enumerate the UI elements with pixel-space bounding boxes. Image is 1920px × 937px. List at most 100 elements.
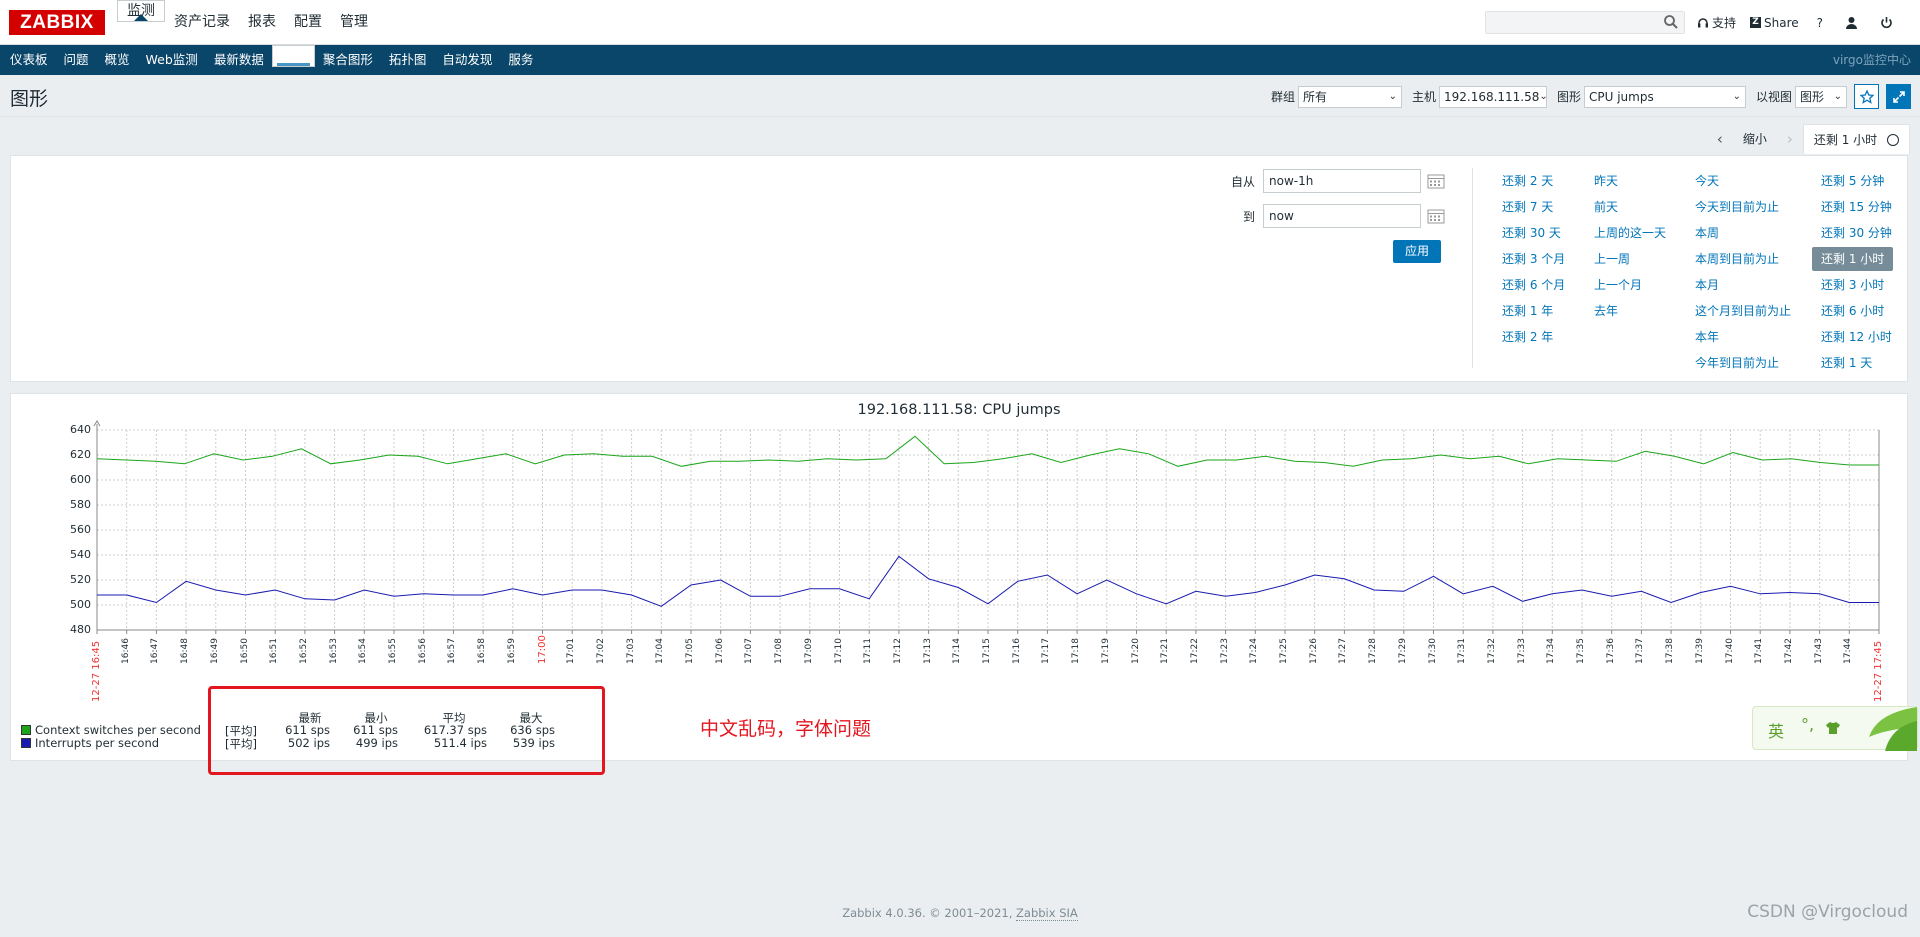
quick-range-item[interactable]: 还剩 1 天 (1821, 350, 1893, 376)
clock-icon (1887, 134, 1899, 146)
menu-administration[interactable]: 管理 (331, 0, 377, 45)
user-profile-button[interactable] (1845, 16, 1858, 29)
x-tick-label: 16:54 (358, 638, 369, 664)
quick-range-item[interactable]: 还剩 6 小时 (1821, 298, 1893, 324)
menu-inventory[interactable]: 资产记录 (165, 0, 239, 45)
quick-range-item[interactable]: 还剩 12 小时 (1821, 324, 1893, 350)
view-label: 以视图 (1755, 90, 1792, 104)
zabbix-logo[interactable]: ZABBIX (9, 10, 105, 35)
to-input[interactable]: now (1263, 204, 1421, 228)
quick-range-item[interactable]: 还剩 15 分钟 (1821, 194, 1893, 220)
x-tick-label: 17:43 (1813, 638, 1824, 664)
submenu-discovery[interactable]: 自动发现 (434, 45, 500, 75)
submenu-problems[interactable]: 问题 (56, 45, 97, 75)
chevron-left-icon: ‹ (1716, 130, 1723, 148)
submenu-services[interactable]: 服务 (500, 45, 541, 75)
menu-reports[interactable]: 报表 (239, 0, 285, 45)
quick-range-item[interactable]: 前天 (1594, 194, 1666, 220)
punctuation-icon[interactable]: °, (1801, 715, 1814, 734)
y-tick-label: 620 (70, 448, 91, 461)
x-tick-label: 17:29 (1397, 638, 1408, 664)
support-link[interactable]: 支持 (1697, 14, 1736, 31)
quick-range-divider (1472, 168, 1473, 368)
submenu-web[interactable]: Web监测 (138, 45, 206, 75)
time-prev-button[interactable]: ‹ (1707, 124, 1733, 154)
x-tick-label: 16:59 (506, 638, 517, 664)
quick-range-item[interactable]: 这个月到目前为止 (1695, 298, 1791, 324)
server-name: virgo监控中心 (1832, 53, 1911, 67)
quick-range-item-active[interactable]: 还剩 1 小时 (1812, 247, 1894, 271)
submenu-graphs[interactable]: 图形 (271, 45, 315, 67)
ime-language-label[interactable]: 英 (1768, 718, 1784, 742)
x-tick-label: 17:27 (1338, 638, 1349, 664)
x-tick-label: 17:44 (1843, 638, 1854, 664)
x-tick-label: 17:18 (1071, 638, 1082, 664)
submenu-maps[interactable]: 拓扑图 (381, 45, 435, 75)
x-tick-label: 12-27 16:45 (91, 640, 102, 702)
chevron-down-icon: ⌄ (1833, 91, 1842, 102)
y-tick-label: 480 (70, 623, 91, 636)
group-select[interactable]: 所有 ⌄ (1297, 85, 1402, 108)
legend-label: Context switches per second (35, 723, 201, 737)
quick-range-item[interactable]: 还剩 7 天 (1502, 194, 1565, 220)
x-tick-label: 17:36 (1605, 638, 1616, 664)
time-next-button[interactable]: › (1777, 124, 1803, 154)
support-label: 支持 (1712, 16, 1737, 30)
time-period-tab[interactable]: 还剩 1 小时 (1802, 124, 1910, 154)
apply-button[interactable]: 应用 (1393, 240, 1441, 263)
host-select[interactable]: 192.168.111.58 ⌄ (1438, 85, 1548, 108)
quick-range-item[interactable]: 还剩 30 分钟 (1821, 220, 1893, 246)
graph-select[interactable]: CPU jumps ⌄ (1583, 85, 1746, 108)
quick-range-item[interactable]: 还剩 6 个月 (1502, 272, 1565, 298)
quick-range-item[interactable]: 还剩 3 个月 (1502, 246, 1565, 272)
submenu-overview[interactable]: 概览 (97, 45, 138, 75)
host-select-value: 192.168.111.58 (1443, 89, 1540, 104)
quick-range-item[interactable]: 本周 (1695, 220, 1791, 246)
quick-range-item[interactable]: 还剩 3 小时 (1821, 272, 1893, 298)
search-icon[interactable] (1663, 14, 1679, 30)
quick-range-item[interactable]: 还剩 30 天 (1502, 220, 1565, 246)
quick-range-item[interactable]: 上周的这一天 (1594, 220, 1666, 246)
submenu-screens[interactable]: 聚合图形 (315, 45, 381, 75)
footer-link[interactable]: Zabbix SIA (1016, 906, 1078, 921)
from-input[interactable]: now-1h (1263, 169, 1421, 193)
quick-range-item[interactable]: 本周到目前为止 (1695, 246, 1791, 272)
quick-range-column-4: 还剩 5 分钟 还剩 15 分钟 还剩 30 分钟 还剩 1 小时 还剩 3 小… (1812, 168, 1894, 376)
submenu-dashboard[interactable]: 仪表板 (2, 45, 56, 75)
quick-range-item[interactable]: 本月 (1695, 272, 1791, 298)
x-tick-label: 16:55 (388, 638, 398, 664)
submenu-latest-data[interactable]: 最新数据 (206, 45, 272, 75)
x-tick-label: 17:19 (1100, 638, 1111, 664)
x-tick-label: 16:51 (269, 638, 280, 664)
logout-button[interactable] (1880, 16, 1893, 29)
favorite-button[interactable] (1854, 84, 1879, 109)
skin-shirt-icon[interactable] (1825, 721, 1841, 735)
quick-range-item[interactable]: 今天 (1695, 168, 1791, 194)
calendar-icon[interactable] (1427, 208, 1445, 224)
share-link[interactable]: Z Share (1750, 16, 1799, 30)
menu-monitoring[interactable]: 监测 (117, 0, 165, 22)
view-select[interactable]: 图形 ⌄ (1795, 85, 1847, 108)
quick-range-item[interactable]: 本年 (1695, 324, 1791, 350)
x-tick-label: 17:06 (714, 638, 725, 664)
menu-configuration[interactable]: 配置 (285, 0, 331, 45)
quick-range-item[interactable]: 昨天 (1594, 168, 1666, 194)
zoom-out-button[interactable]: 缩小 (1733, 124, 1777, 154)
from-label: 自从 (1230, 174, 1255, 189)
quick-range-item[interactable]: 还剩 5 分钟 (1821, 168, 1893, 194)
quick-range-item[interactable]: 还剩 2 天 (1502, 168, 1565, 194)
quick-range-item[interactable]: 今天到目前为止 (1695, 194, 1791, 220)
page-title: 图形 (10, 88, 49, 110)
fullscreen-button[interactable] (1886, 84, 1911, 109)
quick-range-item[interactable]: 今年到目前为止 (1695, 350, 1791, 376)
quick-range-item[interactable]: 去年 (1594, 298, 1666, 324)
help-button[interactable]: ? (1817, 16, 1823, 30)
quick-range-item[interactable]: 上一个月 (1594, 272, 1666, 298)
calendar-icon[interactable] (1427, 173, 1445, 189)
quick-range-item[interactable]: 上一周 (1594, 246, 1666, 272)
quick-range-item[interactable]: 还剩 1 年 (1502, 298, 1565, 324)
quick-range-item[interactable]: 还剩 2 年 (1502, 324, 1565, 350)
chevron-down-icon: ⌄ (1539, 91, 1548, 102)
search-input[interactable] (1485, 11, 1685, 34)
x-tick-label: 17:16 (1011, 638, 1022, 664)
